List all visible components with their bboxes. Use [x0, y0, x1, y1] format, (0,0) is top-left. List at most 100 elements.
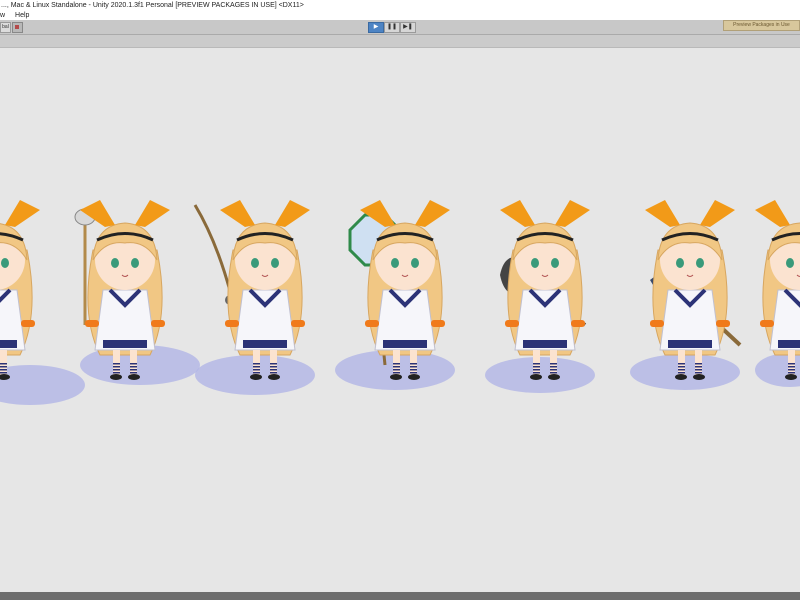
sock-stripe — [0, 366, 7, 368]
hair-tie — [365, 320, 379, 327]
leg-left — [533, 350, 540, 375]
eye — [551, 258, 559, 268]
character-none — [0, 200, 40, 380]
skirt-hem — [103, 340, 147, 348]
shoe — [675, 374, 687, 380]
sock-stripe — [533, 363, 540, 365]
sock-stripe — [130, 369, 137, 371]
ribbon-left — [500, 200, 535, 227]
sock-stripe — [253, 369, 260, 371]
eye — [251, 258, 259, 268]
rect-tool-icon[interactable] — [12, 22, 23, 33]
shoe — [548, 374, 560, 380]
sock-stripe — [550, 363, 557, 365]
sock-stripe — [113, 363, 120, 365]
step-button[interactable]: ▶❚ — [400, 22, 416, 33]
shoe — [250, 374, 262, 380]
play-button[interactable]: ▶ — [368, 22, 384, 33]
ribbon-right — [415, 200, 450, 227]
leg-right — [695, 350, 702, 375]
sock-stripe — [130, 372, 137, 374]
sock-stripe — [550, 372, 557, 374]
skirt-hem — [778, 340, 800, 348]
hair-tie — [716, 320, 730, 327]
skirt-hem — [243, 340, 287, 348]
toolbar: bal ▶ ❚❚ ▶❚ — [0, 20, 800, 35]
sock-stripe — [788, 363, 795, 365]
sock-stripe — [410, 372, 417, 374]
character-shovel — [500, 200, 590, 380]
leg-left — [393, 350, 400, 375]
shadow — [0, 365, 85, 405]
hair-tie — [151, 320, 165, 327]
window-title-bar: ..., Mac & Linux Standalone - Unity 2020… — [0, 0, 800, 11]
eye — [411, 258, 419, 268]
sock-stripe — [0, 369, 7, 371]
hair-tie — [505, 320, 519, 327]
skirt-hem — [668, 340, 712, 348]
character-axe — [645, 200, 742, 380]
leg-left — [253, 350, 260, 375]
sock-stripe — [695, 363, 702, 365]
preview-packages-badge[interactable]: Preview Packages in Use — [723, 20, 800, 31]
eye — [676, 258, 684, 268]
sock-stripe — [788, 366, 795, 368]
hair-tie — [21, 320, 35, 327]
shoe — [408, 374, 420, 380]
character-fishing-rod — [193, 200, 310, 380]
shoe — [785, 374, 797, 380]
sock-stripe — [678, 366, 685, 368]
ribbon-right — [700, 200, 735, 227]
skirt-hem — [383, 340, 427, 348]
skirt-hem — [0, 340, 17, 348]
sock-stripe — [550, 366, 557, 368]
ribbon-left — [645, 200, 680, 227]
ribbon-right — [5, 200, 40, 227]
pause-button[interactable]: ❚❚ — [384, 22, 400, 33]
sock-stripe — [113, 366, 120, 368]
ribbon-right — [555, 200, 590, 227]
sock-stripe — [113, 372, 120, 374]
sock-stripe — [533, 372, 540, 374]
sock-stripe — [695, 366, 702, 368]
sock-stripe — [130, 366, 137, 368]
leg-left — [788, 350, 795, 375]
leg-right — [550, 350, 557, 375]
eye — [131, 258, 139, 268]
hair-tie — [760, 320, 774, 327]
eye — [786, 258, 794, 268]
sock-stripe — [410, 369, 417, 371]
sock-stripe — [533, 366, 540, 368]
sock-stripe — [695, 372, 702, 374]
sock-stripe — [113, 369, 120, 371]
sock-stripe — [253, 366, 260, 368]
menu-bar: w Help — [0, 11, 800, 20]
eye — [111, 258, 119, 268]
sock-stripe — [393, 363, 400, 365]
hair-tie — [85, 320, 99, 327]
sock-stripe — [788, 369, 795, 371]
sock-stripe — [0, 363, 7, 365]
ribbon-right — [135, 200, 170, 227]
eye — [531, 258, 539, 268]
leg-right — [270, 350, 277, 375]
sock-stripe — [393, 366, 400, 368]
menu-item-window[interactable]: w — [0, 11, 5, 20]
sock-stripe — [695, 369, 702, 371]
ribbon-left — [220, 200, 255, 227]
hair-tie — [571, 320, 585, 327]
menu-item-help[interactable]: Help — [15, 11, 29, 20]
sock-stripe — [393, 369, 400, 371]
sock-stripe — [678, 369, 685, 371]
sock-stripe — [678, 372, 685, 374]
sock-stripe — [270, 366, 277, 368]
hair-tie — [225, 320, 239, 327]
sock-stripe — [270, 369, 277, 371]
game-viewport[interactable] — [0, 48, 800, 592]
shoe — [530, 374, 542, 380]
sock-stripe — [550, 369, 557, 371]
shoe — [693, 374, 705, 380]
characters — [0, 200, 800, 380]
pivot-rotation-toggle[interactable]: bal — [0, 22, 11, 33]
sock-stripe — [788, 372, 795, 374]
